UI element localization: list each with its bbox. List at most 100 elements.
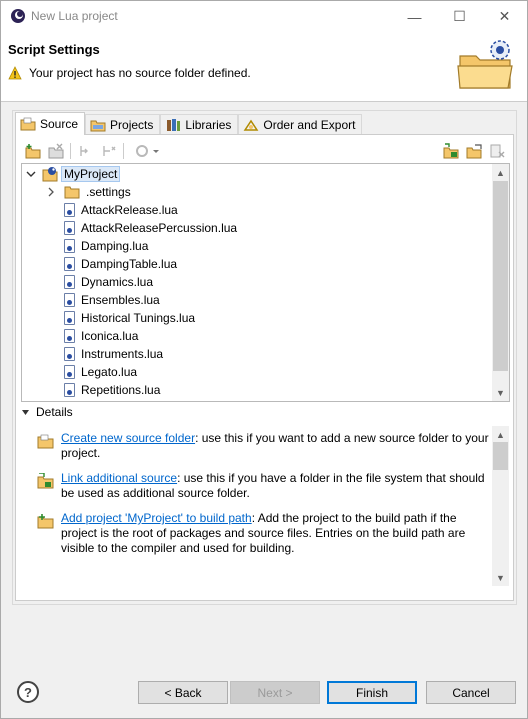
lua-file-icon — [64, 383, 75, 397]
open-folder-icon — [466, 144, 482, 159]
finish-button[interactable]: Finish — [327, 681, 417, 704]
detail-item-link-source: Link additional source: use this if you … — [37, 471, 491, 501]
expanded-chevron-icon[interactable] — [26, 169, 36, 179]
add-build-path-icon — [37, 514, 54, 529]
close-icon: ✕ — [498, 8, 511, 24]
tree-file-row[interactable]: Legato.lua — [64, 363, 137, 381]
minimize-button[interactable]: — — [392, 1, 437, 32]
tree-file-row[interactable]: Historical Tunings.lua — [64, 309, 195, 327]
detail-text: Link additional source: use this if you … — [61, 471, 491, 501]
include-icon — [80, 146, 88, 156]
help-icon: ? — [24, 684, 32, 700]
lua-file-icon — [64, 365, 75, 379]
libraries-icon — [167, 119, 181, 131]
lua-file-icon — [64, 239, 75, 253]
remove-button[interactable] — [488, 142, 506, 160]
tab-projects[interactable]: Projects — [85, 114, 161, 135]
eclipse-app-icon — [11, 9, 25, 23]
tree-item-label: Repetitions.lua — [81, 383, 161, 397]
tree-item-label: Damping.lua — [81, 239, 149, 253]
scroll-down-icon[interactable]: ▼ — [492, 384, 509, 401]
lua-file-icon — [64, 329, 75, 343]
remove-folder-icon — [48, 143, 64, 159]
maximize-icon: ☐ — [453, 8, 466, 24]
details-scrollbar[interactable]: ▲ ▼ — [492, 426, 509, 586]
lua-file-icon — [64, 347, 75, 361]
maximize-button[interactable]: ☐ — [437, 1, 482, 32]
wizard-footer: ? < Back Next > Finish Cancel — [1, 670, 527, 718]
tab-libraries-label: Libraries — [185, 118, 232, 132]
window-title: New Lua project — [31, 9, 118, 23]
remove-folder-button[interactable] — [47, 142, 65, 160]
external-folder-icon — [443, 143, 459, 159]
open-folder-button[interactable] — [465, 142, 483, 160]
scroll-up-icon[interactable]: ▲ — [492, 426, 509, 443]
toolbar-separator — [123, 143, 124, 159]
folder-wizard-icon — [457, 40, 513, 89]
back-button[interactable]: < Back — [138, 681, 228, 704]
source-toolbar — [21, 141, 511, 163]
remove-icon — [490, 144, 505, 158]
tab-libraries[interactable]: Libraries — [160, 114, 239, 135]
tree-item-label: DampingTable.lua — [81, 257, 178, 271]
tab-bar: Source Projects Libraries Order and Expo… — [15, 112, 363, 135]
tree-file-row[interactable]: Instruments.lua — [64, 345, 163, 363]
wizard-header: Script Settings Your project has no sour… — [1, 32, 527, 102]
tree-file-row[interactable]: DampingTable.lua — [64, 255, 177, 273]
tab-order-and-export[interactable]: Order and Export — [238, 114, 363, 135]
projects-icon — [90, 120, 106, 132]
tree-item-label: .settings — [86, 185, 131, 199]
tree-item-label: AttackRelease.lua — [81, 203, 178, 217]
lua-file-icon — [64, 257, 75, 271]
new-lua-project-window: New Lua project — ☐ ✕ Script Settings Yo… — [0, 0, 528, 719]
tree-file-row[interactable]: Ensembles.lua — [64, 291, 160, 309]
add-external-folder-button[interactable] — [442, 142, 460, 160]
configure-dropdown-button[interactable] — [133, 142, 161, 160]
tab-source[interactable]: Source — [15, 112, 86, 135]
tree-file-row[interactable]: Dynamics.lua — [64, 273, 153, 291]
tree-item-label: Dynamics.lua — [81, 275, 154, 289]
detail-item-create-source: Create new source folder: use this if yo… — [37, 431, 491, 461]
next-button[interactable]: Next > — [230, 681, 320, 704]
scroll-up-icon[interactable]: ▲ — [492, 164, 509, 181]
details-toggle[interactable]: Details — [21, 405, 73, 419]
add-folder-icon — [25, 144, 41, 159]
tree-item-label: Ensembles.lua — [81, 293, 160, 307]
cancel-button[interactable]: Cancel — [426, 681, 516, 704]
details-scroll-thumb[interactable] — [493, 442, 508, 470]
include-button[interactable] — [77, 142, 95, 160]
help-button[interactable]: ? — [17, 681, 39, 703]
new-source-folder-icon — [37, 434, 54, 449]
tree-file-row[interactable]: Iconica.lua — [64, 327, 138, 345]
add-folder-button[interactable] — [24, 142, 42, 160]
add-to-build-path-link[interactable]: Add project 'MyProject' to build path — [61, 511, 252, 525]
title-bar: New Lua project — ☐ ✕ — [1, 1, 527, 32]
tree-scroll-thumb[interactable] — [493, 181, 508, 371]
tree-file-row[interactable]: Damping.lua — [64, 237, 148, 255]
status-message: Your project has no source folder define… — [29, 66, 251, 80]
order-export-icon — [244, 119, 259, 131]
tree-file-row[interactable]: AttackReleasePercussion.lua — [64, 219, 237, 237]
lua-file-icon — [64, 293, 75, 307]
close-button[interactable]: ✕ — [482, 1, 527, 32]
tree-root-row[interactable]: MyProject — [26, 165, 121, 183]
project-root-label: MyProject — [61, 166, 121, 182]
tree-file-row[interactable]: AttackRelease.lua — [64, 201, 178, 219]
collapsed-chevron-icon[interactable] — [46, 187, 56, 197]
link-additional-source-link[interactable]: Link additional source — [61, 471, 177, 485]
source-tree[interactable]: MyProject .settings AttackRelease.lua Atta… — [21, 163, 510, 402]
tree-scrollbar[interactable]: ▲ ▼ — [492, 164, 509, 401]
tree-item-label: AttackReleasePercussion.lua — [81, 221, 238, 235]
scroll-down-icon[interactable]: ▼ — [492, 569, 509, 586]
detail-text: Create new source folder: use this if yo… — [61, 431, 491, 461]
lua-file-icon — [64, 203, 75, 217]
create-source-folder-link[interactable]: Create new source folder — [61, 431, 195, 445]
tree-item-label: Iconica.lua — [81, 329, 139, 343]
tab-projects-label: Projects — [110, 118, 154, 132]
configure-icon — [136, 145, 159, 157]
lua-file-icon — [64, 221, 75, 235]
exclude-button[interactable] — [100, 142, 118, 160]
tree-folder-row[interactable]: .settings — [46, 183, 131, 201]
tree-file-row[interactable]: Repetitions.lua — [64, 381, 160, 399]
toolbar-separator — [70, 143, 71, 159]
